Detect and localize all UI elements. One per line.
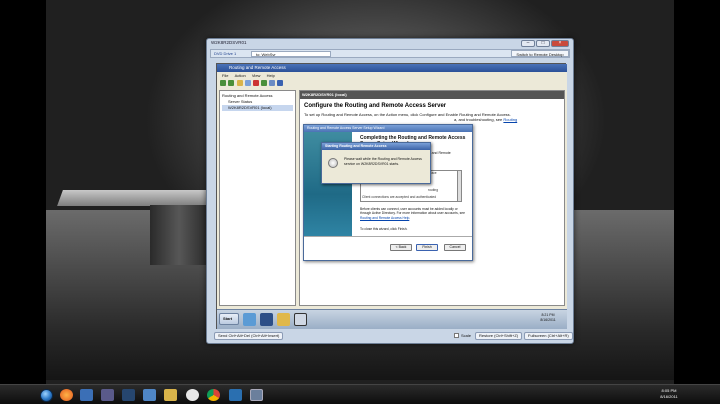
vm-tab[interactable]: to: WebSvr	[251, 51, 331, 57]
folder-icon[interactable]	[237, 80, 243, 86]
guest-start-button[interactable]: Start	[219, 313, 239, 325]
wallpaper-pier-support	[150, 205, 208, 265]
summary-scrollbar[interactable]	[457, 170, 462, 202]
firefox-icon[interactable]	[60, 389, 73, 401]
wizard-title: Routing and Remote Access Server Setup W…	[304, 125, 472, 132]
tray-clock[interactable]: 8:05 PM 8/16/2011	[652, 388, 686, 402]
vm-menu-button[interactable]: DVD Drive 1	[212, 51, 246, 57]
hourglass-icon	[328, 158, 338, 168]
fullscreen-button[interactable]: Fullscreen (Ctrl+Alt+R)	[524, 332, 573, 340]
powershell-icon[interactable]	[260, 313, 273, 326]
mmc-window: Routing and Remote Access File Action Vi…	[217, 64, 567, 309]
progress-dialog: Starting Routing and Remote Access Pleas…	[321, 142, 431, 184]
rras-help-link[interactable]: Routing and Remote Access Help	[360, 216, 409, 220]
routing-help-link[interactable]: Routing	[503, 117, 517, 122]
back-button[interactable]: < Back	[390, 244, 412, 251]
mmc-title: Routing and Remote Access	[217, 64, 567, 72]
wizard-close-text: To close this wizard, click Finish.	[360, 227, 408, 231]
detail-text-2: a, and troubleshooting, see	[454, 117, 503, 122]
guest-taskbar: Start 8:21 PM 8/16/2011	[217, 309, 567, 329]
summary-line: routing	[428, 188, 439, 192]
tree-item-server[interactable]: W2K8R2DSVR01 (local)	[222, 105, 293, 111]
back-icon[interactable]	[220, 80, 226, 86]
refresh-icon[interactable]	[261, 80, 267, 86]
forward-icon[interactable]	[228, 80, 234, 86]
scale-label: Scale	[461, 333, 472, 338]
vm-window: W2K8R2DSVR01 – □ × DVD Drive 1 to: WebSv…	[206, 38, 574, 344]
delete-icon[interactable]	[253, 80, 259, 86]
apple-icon[interactable]	[186, 389, 199, 401]
console-tree: Routing and Remote Access Server Status …	[219, 90, 296, 306]
help-icon[interactable]	[277, 80, 283, 86]
x-icon[interactable]	[122, 389, 135, 401]
menu-help[interactable]: Help	[267, 72, 275, 79]
server-manager-icon[interactable]	[243, 313, 256, 326]
dropbox-icon[interactable]	[143, 389, 156, 401]
guest-screen: Routing and Remote Access File Action Vi…	[216, 63, 567, 329]
explorer-icon[interactable]	[277, 313, 290, 326]
folder-icon[interactable]	[164, 389, 177, 401]
minimize-button[interactable]: –	[521, 40, 535, 47]
media-player-icon[interactable]	[80, 389, 93, 401]
vm-status-bar: Send Ctrl+Alt+Del (Ctrl+Alt+Insert) Scal…	[210, 331, 573, 341]
detail-heading: Configure the Routing and Remote Access …	[304, 103, 447, 109]
mmc-toolbar	[217, 79, 567, 88]
link-icon[interactable]	[101, 389, 114, 401]
menu-file[interactable]: File	[222, 72, 228, 79]
switch-remote-desktop-button[interactable]: Switch to Remote Desktop	[511, 50, 569, 57]
rras-taskbar-icon[interactable]	[294, 313, 307, 326]
close-button[interactable]: ×	[551, 40, 569, 47]
cancel-button[interactable]: Cancel	[444, 244, 466, 251]
send-cad-button[interactable]: Send Ctrl+Alt+Del (Ctrl+Alt+Insert)	[214, 332, 284, 340]
summary-line: Client connections are accepted and auth…	[362, 195, 437, 199]
wizard-note: Before clients can connect, user account…	[360, 207, 465, 220]
xsplit-icon[interactable]	[229, 389, 242, 401]
vm-window-title: W2K8R2DSVR01	[211, 40, 247, 45]
vm-icon[interactable]	[250, 389, 263, 401]
wizard-divider	[304, 236, 472, 237]
wizard-note-text: Before clients can connect, user account…	[360, 207, 465, 216]
vm-toolbar: DVD Drive 1 to: WebSvr Switch to Remote …	[210, 49, 570, 58]
guest-clock-date: 8/16/2011	[540, 318, 556, 322]
scale-checkbox[interactable]	[454, 333, 459, 338]
host-taskbar: 8:05 PM 8/16/2011	[0, 384, 720, 404]
chrome-icon[interactable]	[207, 389, 220, 401]
restore-button[interactable]: Restore (Ctrl+Shift+Z)	[475, 332, 523, 340]
start-orb-icon[interactable]	[40, 389, 53, 402]
finish-button[interactable]: Finish	[416, 244, 438, 251]
tray-clock-date: 8/16/2011	[660, 394, 678, 399]
detail-header: W2K8R2DSVR01 (local)	[300, 91, 564, 99]
menu-view[interactable]: View	[252, 72, 261, 79]
mmc-menubar: File Action View Help	[217, 72, 567, 79]
progress-text: Please wait while the Routing and Remote…	[344, 157, 422, 166]
guest-clock: 8:21 PM 8/16/2011	[533, 313, 563, 325]
wizard-text: ing and Remote	[426, 151, 451, 155]
properties-icon[interactable]	[245, 80, 251, 86]
detail-body: To set up Routing and Remote Access, on …	[304, 112, 560, 122]
export-icon[interactable]	[269, 80, 275, 86]
menu-action[interactable]: Action	[235, 72, 246, 79]
progress-title: Starting Routing and Remote Access	[322, 143, 430, 150]
maximize-button[interactable]: □	[536, 40, 550, 47]
